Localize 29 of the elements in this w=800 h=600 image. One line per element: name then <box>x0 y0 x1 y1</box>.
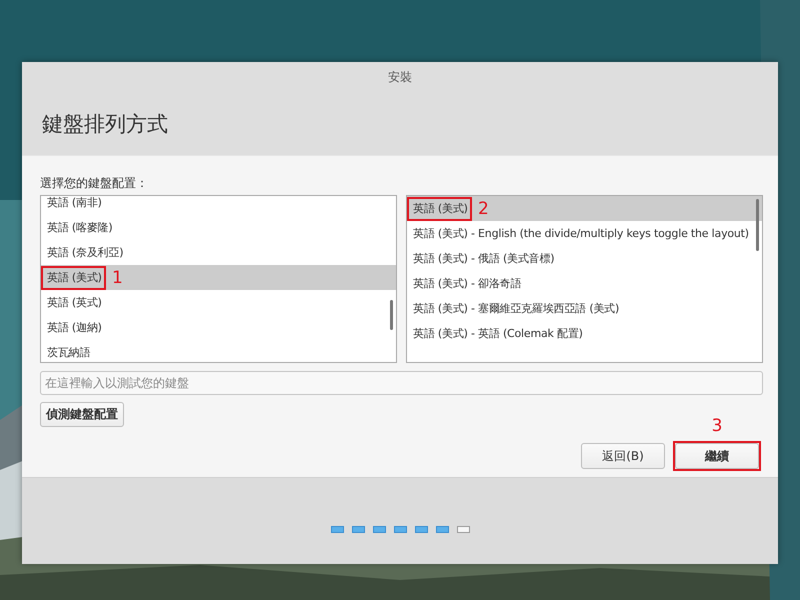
list-item[interactable]: 英語 (南非) <box>41 196 396 215</box>
list-item[interactable]: 英語 (美式) 2 <box>407 196 762 221</box>
prompt-label: 選擇您的鍵盤配置： <box>40 175 148 192</box>
list-item[interactable]: 英語 (美式) - 塞爾維亞克羅埃西亞語 (美式) <box>407 296 762 321</box>
callout-number: 3 <box>710 416 724 436</box>
list-item[interactable]: 英語 (美式) 1 <box>41 265 396 290</box>
list-item[interactable]: 英語 (迦納) <box>41 315 396 340</box>
scrollbar-thumb[interactable] <box>390 300 393 330</box>
list-item[interactable]: 英語 (美式) - English (the divide/multiply keys toggle the layout) <box>407 221 762 246</box>
layout-list[interactable]: 英語 (南非) 英語 (喀麥隆) 英語 (奈及利亞) 英語 (美式) 1 英語 (英式) 英語 (迦納) 茨瓦納語 <box>40 195 397 363</box>
scrollbar-thumb[interactable] <box>756 199 759 251</box>
variant-list[interactable]: 英語 (美式) 2 英語 (美式) - English (the divide/multiply keys toggle the layout) 英語 (美式) - 俄語 (美式音標) 英語 (美式) - 卻洛奇語 英語 (美式) - 塞爾維亞克羅埃西亞語 (美式) 英語 (美式) - 英語 (Colemak 配置) <box>406 195 763 363</box>
detect-layout-button[interactable]: 偵測鍵盤配置 <box>40 402 124 427</box>
test-input-field[interactable]: 在這裡輸入以測試您的鍵盤 <box>40 371 763 395</box>
highlight-frame <box>41 266 106 290</box>
page-title: 鍵盤排列方式 <box>42 110 168 138</box>
back-button[interactable]: 返回(B) <box>581 443 665 469</box>
list-item[interactable]: 英語 (英式) <box>41 290 396 315</box>
callout-number: 1 <box>112 267 123 289</box>
list-item[interactable]: 英語 (喀麥隆) <box>41 215 396 240</box>
list-item[interactable]: 英語 (奈及利亞) <box>41 240 396 265</box>
continue-button[interactable]: 繼續 <box>675 443 759 469</box>
window-title: 安裝 <box>388 68 412 86</box>
list-item[interactable]: 英語 (美式) - 俄語 (美式音標) <box>407 246 762 271</box>
callout-number: 2 <box>478 198 489 220</box>
list-item[interactable]: 英語 (美式) - 卻洛奇語 <box>407 271 762 296</box>
highlight-frame <box>407 197 472 221</box>
list-item[interactable]: 英語 (美式) - 英語 (Colemak 配置) <box>407 321 762 346</box>
list-item[interactable]: 茨瓦納語 <box>41 340 396 362</box>
